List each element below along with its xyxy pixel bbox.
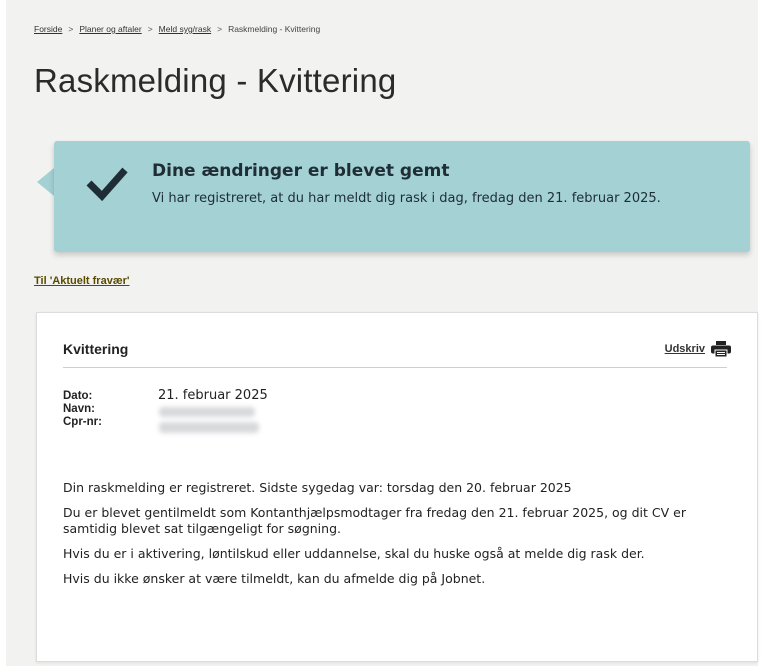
breadcrumb-meld-syg-rask[interactable]: Meld syg/rask xyxy=(159,24,211,34)
receipt-body: Din raskmelding er registreret. Sidste s… xyxy=(63,480,729,596)
breadcrumb: Forside > Planer og aftaler > Meld syg/r… xyxy=(34,24,320,34)
date-label: Dato: xyxy=(63,390,93,402)
receipt-title: Kvittering xyxy=(63,341,129,357)
name-value-redacted xyxy=(159,407,255,417)
breadcrumb-separator: > xyxy=(217,24,223,34)
aktuelt-fravaer-link[interactable]: Til 'Aktuelt fravær' xyxy=(34,275,130,287)
receipt-field-labels: Dato: Navn: Cpr-nr: xyxy=(63,390,102,429)
cpr-label: Cpr-nr: xyxy=(63,416,102,428)
success-banner: Dine ændringer er blevet gemt Vi har reg… xyxy=(54,141,750,252)
receipt-paragraph: Hvis du er i aktivering, løntilskud elle… xyxy=(63,546,645,561)
receipt-panel: Kvittering Udskriv Dato: Navn: Cpr-nr: 2… xyxy=(36,312,758,662)
banner-pointer xyxy=(37,168,54,196)
print-label: Udskriv xyxy=(664,343,705,355)
banner-message: Vi har registreret, at du har meldt dig … xyxy=(152,191,661,206)
checkmark-icon xyxy=(86,167,128,201)
date-value: 21. februar 2025 xyxy=(158,388,268,403)
receipt-paragraph: Hvis du ikke ønsker at være tilmeldt, ka… xyxy=(63,571,486,586)
breadcrumb-current: Raskmelding - Kvittering xyxy=(228,24,321,34)
cpr-value-redacted xyxy=(159,422,259,433)
banner-heading: Dine ændringer er blevet gemt xyxy=(152,161,450,181)
page: Forside > Planer og aftaler > Meld syg/r… xyxy=(6,0,758,666)
page-title: Raskmelding - Kvittering xyxy=(34,62,397,99)
breadcrumb-planer-og-aftaler[interactable]: Planer og aftaler xyxy=(79,24,141,34)
name-label: Navn: xyxy=(63,403,95,415)
receipt-paragraph: Du er blevet gentilmeldt som Kontanthjæl… xyxy=(63,505,686,536)
breadcrumb-separator: > xyxy=(68,24,74,34)
breadcrumb-forside[interactable]: Forside xyxy=(34,24,62,34)
receipt-paragraph: Din raskmelding er registreret. Sidste s… xyxy=(63,480,572,495)
printer-icon xyxy=(711,341,731,357)
receipt-divider xyxy=(63,367,727,368)
print-button[interactable]: Udskriv xyxy=(665,341,731,357)
breadcrumb-separator: > xyxy=(147,24,153,34)
